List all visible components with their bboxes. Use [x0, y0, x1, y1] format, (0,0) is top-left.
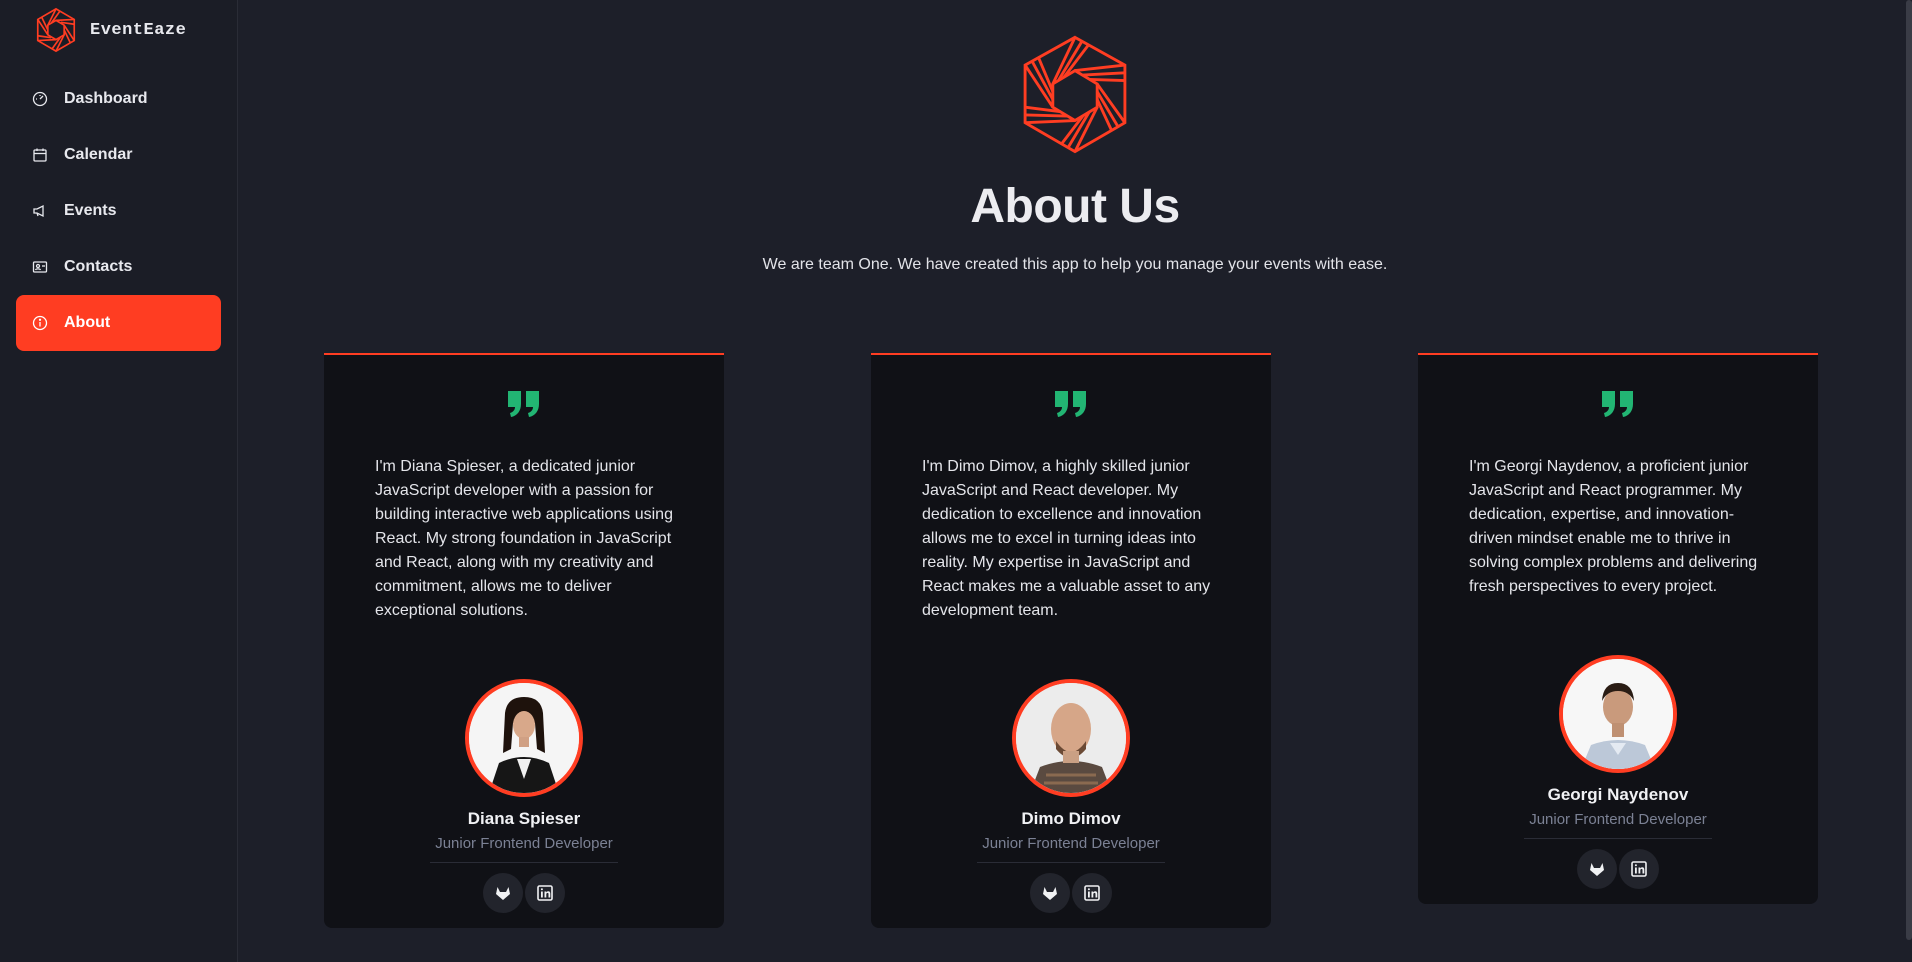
linkedin-icon	[1084, 885, 1100, 901]
social-links	[871, 873, 1271, 913]
gauge-icon	[32, 91, 48, 107]
sidebar-item-events[interactable]: Events	[16, 183, 221, 239]
avatar	[465, 679, 583, 797]
sidebar-item-label: Contacts	[64, 258, 133, 275]
eventeaze-logo-icon	[1023, 35, 1127, 154]
social-links	[324, 873, 724, 913]
member-quote: I'm Dimo Dimov, a highly skilled junior …	[922, 458, 1211, 619]
brand-name: EventEaze	[90, 20, 187, 40]
calendar-icon	[32, 147, 48, 163]
linkedin-button[interactable]	[1072, 873, 1112, 913]
megaphone-icon	[32, 203, 48, 219]
linkedin-icon	[537, 885, 553, 901]
brand[interactable]: EventEaze	[16, 0, 221, 60]
member-role: Junior Frontend Developer	[1529, 811, 1707, 828]
sidebar-item-label: Calendar	[64, 146, 133, 163]
sidebar-item-dashboard[interactable]: Dashboard	[16, 71, 221, 127]
member-name: Georgi Naydenov	[1547, 785, 1689, 804]
team-cards: I'm Diana Spieser, a dedicated junior Ja…	[324, 353, 1819, 928]
page-subtitle: We are team One. We have created this ap…	[762, 256, 1388, 273]
gitlab-icon	[496, 887, 510, 900]
linkedin-button[interactable]	[1619, 849, 1659, 889]
sidebar-nav: Dashboard Calendar Events Contacts About	[16, 71, 221, 351]
scrollbar-thumb[interactable]	[1906, 0, 1912, 940]
social-links	[1418, 849, 1818, 889]
sidebar-item-label: Events	[64, 202, 117, 219]
sidebar-item-label: Dashboard	[64, 90, 148, 107]
sidebar: EventEaze Dashboard Calendar Events Cont…	[0, 0, 238, 962]
linkedin-button[interactable]	[525, 873, 565, 913]
avatar	[1012, 679, 1130, 797]
divider	[977, 862, 1165, 863]
gitlab-button[interactable]	[1577, 849, 1617, 889]
member-role: Junior Frontend Developer	[435, 835, 613, 852]
quote-icon	[1602, 391, 1633, 417]
team-member-card: I'm Dimo Dimov, a highly skilled junior …	[871, 353, 1271, 928]
member-quote: I'm Diana Spieser, a dedicated junior Ja…	[375, 458, 673, 619]
sidebar-item-calendar[interactable]: Calendar	[16, 127, 221, 183]
gitlab-button[interactable]	[1030, 873, 1070, 913]
member-quote: I'm Georgi Naydenov, a proficient junior…	[1469, 458, 1758, 595]
linkedin-icon	[1631, 861, 1647, 877]
divider	[430, 862, 618, 863]
member-role: Junior Frontend Developer	[982, 835, 1160, 852]
scrollbar[interactable]	[1906, 0, 1912, 962]
member-name: Diana Spieser	[467, 809, 581, 828]
gitlab-icon	[1590, 863, 1604, 876]
avatar	[1559, 655, 1677, 773]
divider	[1524, 838, 1712, 839]
about-page: About Us We are team One. We have create…	[238, 0, 1912, 962]
quote-icon	[508, 391, 539, 417]
gitlab-button[interactable]	[483, 873, 523, 913]
page-title: About Us	[970, 180, 1180, 233]
app-root: EventEaze Dashboard Calendar Events Cont…	[0, 0, 1912, 962]
member-name: Dimo Dimov	[1021, 809, 1121, 828]
team-member-card: I'm Diana Spieser, a dedicated junior Ja…	[324, 353, 724, 928]
hero: About Us We are team One. We have create…	[238, 0, 1912, 274]
eventeaze-logo-icon	[36, 7, 76, 53]
sidebar-item-label: About	[64, 314, 111, 331]
info-icon	[32, 315, 48, 331]
sidebar-item-about[interactable]: About	[16, 295, 221, 351]
contact-card-icon	[32, 259, 48, 275]
sidebar-item-contacts[interactable]: Contacts	[16, 239, 221, 295]
team-member-card: I'm Georgi Naydenov, a proficient junior…	[1418, 353, 1818, 904]
quote-icon	[1055, 391, 1086, 417]
gitlab-icon	[1043, 887, 1057, 900]
